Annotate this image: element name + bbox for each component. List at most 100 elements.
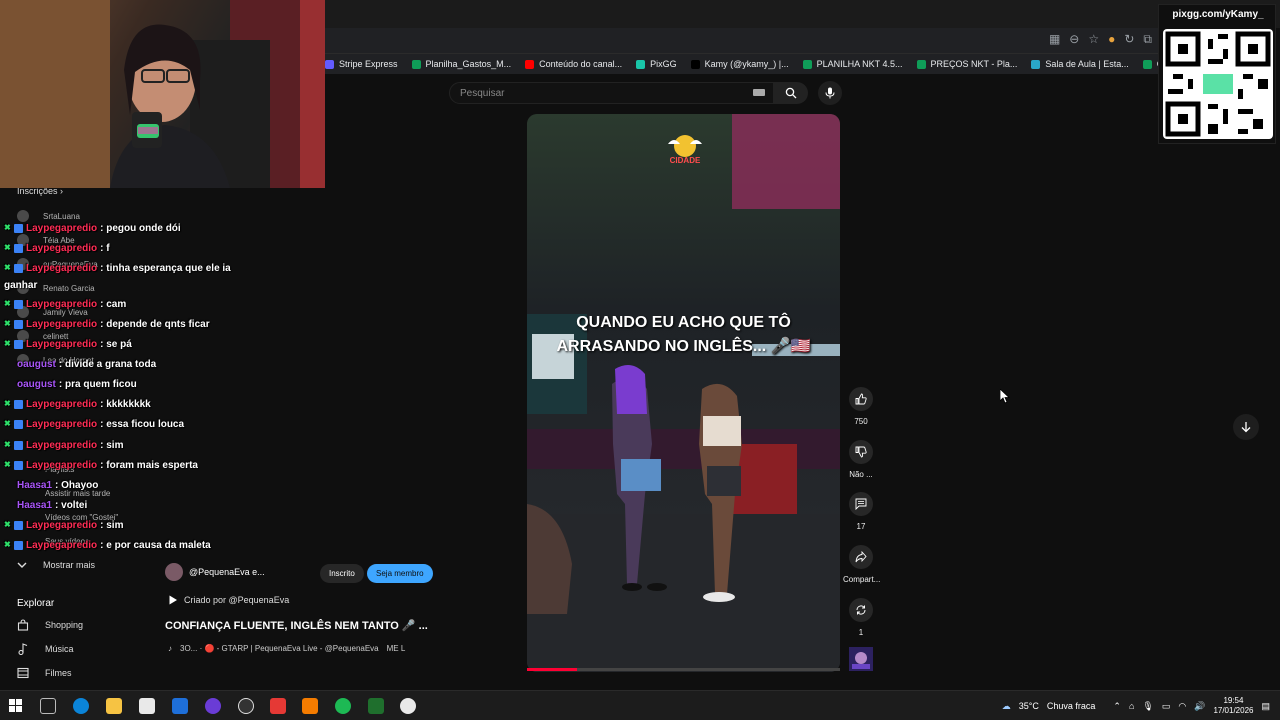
clock[interactable]: 19:54 17/01/2026 [1213,696,1253,716]
search-button[interactable] [774,82,808,104]
chat-username: Laypegapredio [26,263,98,274]
bookmark-item[interactable]: Sala de Aula | Esta... [1031,59,1129,69]
chevron-up-icon[interactable]: ⌃ [1113,701,1121,712]
apps-icon[interactable]: ▦ [1049,32,1060,47]
bookmark-item[interactable]: Conteúdo do canal... [525,59,622,69]
dislike-button[interactable]: Não ... [843,440,879,479]
clock-date: 17/01/2026 [1213,706,1254,715]
chat-text: : sim [100,520,124,531]
app-orange-icon[interactable] [302,698,318,714]
like-button[interactable]: 750 [843,387,879,426]
chat-username: Laypegapredio [26,339,98,350]
chat-text: : foram mais esperta [100,460,198,471]
voice-search-button[interactable] [818,81,842,105]
volume-icon[interactable]: 🔊 [1194,701,1205,712]
subscribed-button[interactable]: Inscrito [320,564,364,583]
video-progress-bar[interactable] [527,668,840,671]
outlook-icon[interactable] [172,698,188,714]
chat-message: ✖ Laypegapredio: foram mais esperta [4,460,198,471]
edge-browser-icon[interactable] [73,698,89,714]
chat-badge-icon [14,244,23,253]
favorite-star-icon[interactable]: ☆ [1088,32,1099,47]
sidebar-item-music[interactable]: Música [17,643,74,655]
subscription-name: Renato Garcia [43,283,95,293]
short-video-frame [527,114,840,672]
obs-icon[interactable] [205,698,221,714]
bookmark-icon [411,59,421,69]
join-membership-button[interactable]: Seja membro [367,564,433,583]
sidebar-subscription[interactable]: SrtaLuana [17,210,80,222]
chat-message: oaugust: pra quem ficou [17,379,137,390]
task-view-icon[interactable] [40,698,56,714]
audio-track[interactable]: ♪ 3O... · 🔴 - GTARP | PequenaEva Live - … [168,644,405,653]
weather-description[interactable]: Chuva fraca [1047,701,1096,711]
share-button[interactable]: Compart... [843,545,881,584]
bookmark-item[interactable]: PLANILHA NKT 4.5... [802,59,903,69]
chat-message: ✖ Laypegapredio: tinha esperança que ele … [4,263,231,274]
bookmark-icon [690,59,700,69]
zoom-icon[interactable]: ⊖ [1069,32,1079,47]
bookmark-icon [802,59,812,69]
chat-badges: ✖ [4,224,23,233]
bookmark-item[interactable]: PixGG [636,59,677,69]
like-count: 750 [854,417,868,426]
bookmark-item[interactable]: Kamy (@ykamy_) |... [690,59,789,69]
wifi-icon[interactable]: ◠ [1178,701,1186,712]
chat-text: : essa ficou louca [100,419,185,430]
audio-thumbnail[interactable] [849,647,873,671]
extensions-puzzle-icon[interactable]: ⧉ [1143,32,1152,47]
spotify-icon[interactable] [335,698,351,714]
sidebar-item-movies[interactable]: Filmes [17,667,72,679]
bookmark-item[interactable]: PREÇOS NKT - Pla... [916,59,1017,69]
refresh-icon[interactable]: ↻ [1124,32,1134,47]
app-red-icon[interactable] [270,698,286,714]
bookmark-item[interactable]: Stripe Express [325,59,398,69]
share-label: Compart... [843,575,881,584]
microphone-tray-icon[interactable]: 🎙 [1142,701,1153,712]
music-note-icon [18,643,28,655]
chat-message: Haasa1: voltei [17,500,87,511]
bookmark-item[interactable]: Planilha_Gastos_M... [411,59,511,69]
cidade-logo-text: CIDADE [669,156,701,165]
chat-username: Laypegapredio [26,299,98,310]
chat-text: : sim [100,440,124,451]
next-short-button[interactable] [1233,414,1259,440]
weather-temperature[interactable]: 35°C [1019,701,1039,711]
network-icon[interactable]: ⌂ [1129,701,1134,711]
comments-button[interactable]: 17 [843,492,879,531]
chat-message: ✖ Laypegapredio: e por causa da maleta [4,540,211,551]
keyboard-icon[interactable] [753,89,765,96]
notepad-icon[interactable] [139,698,155,714]
chat-badge-icon [14,300,23,309]
sidebar-item-shopping[interactable]: Shopping [17,619,83,631]
sidebar-item-label: Shopping [45,620,84,630]
app-white-icon[interactable] [400,698,416,714]
chat-badge-icon: ✖ [4,223,11,232]
created-by-row[interactable]: Criado por @PequenaEva [168,595,289,605]
remix-button[interactable]: 1 [843,598,879,637]
app-icon[interactable] [238,698,254,714]
search-input[interactable]: Pesquisar [449,82,774,104]
shopping-bag-icon [17,619,29,631]
chat-username: Laypegapredio [26,243,98,254]
channel-name[interactable]: @PequenaEva e... [189,567,265,577]
app-green-icon[interactable] [368,698,384,714]
display-icon[interactable]: ▭ [1162,701,1171,712]
short-title[interactable]: CONFIANÇA FLUENTE, INGLÊS NEM TANTO 🎤 ..… [165,619,428,632]
address-bar[interactable]: ▦ ⊖ ☆ ● ↻ ⧉ [325,28,1160,54]
chat-badges: ✖ [4,264,23,273]
chat-message: ✖ Laypegapredio: depende de qnts ficar [4,319,210,330]
notifications-icon[interactable]: ▤ [1261,701,1270,712]
chat-badge-icon: ✖ [4,263,11,272]
system-tray: ☁ 35°C Chuva fraca ⌃ ⌂ 🎙 ▭ ◠ 🔊 19:54 17/… [1002,691,1280,720]
windows-start-icon[interactable] [9,699,22,712]
show-more-button[interactable]: Mostrar mais [17,560,95,570]
channel-avatar[interactable] [165,563,183,581]
extension-icon[interactable]: ● [1108,32,1115,47]
bookmark-icon [636,59,646,69]
chat-username: oaugust [17,379,56,390]
file-explorer-icon[interactable] [106,698,122,714]
chat-badge-icon: ✖ [4,339,11,348]
short-video-player[interactable]: QUANDO EU ACHO QUE TÔ ARRASANDO NO INGLÊ… [527,114,840,672]
dislike-label: Não ... [849,470,873,479]
